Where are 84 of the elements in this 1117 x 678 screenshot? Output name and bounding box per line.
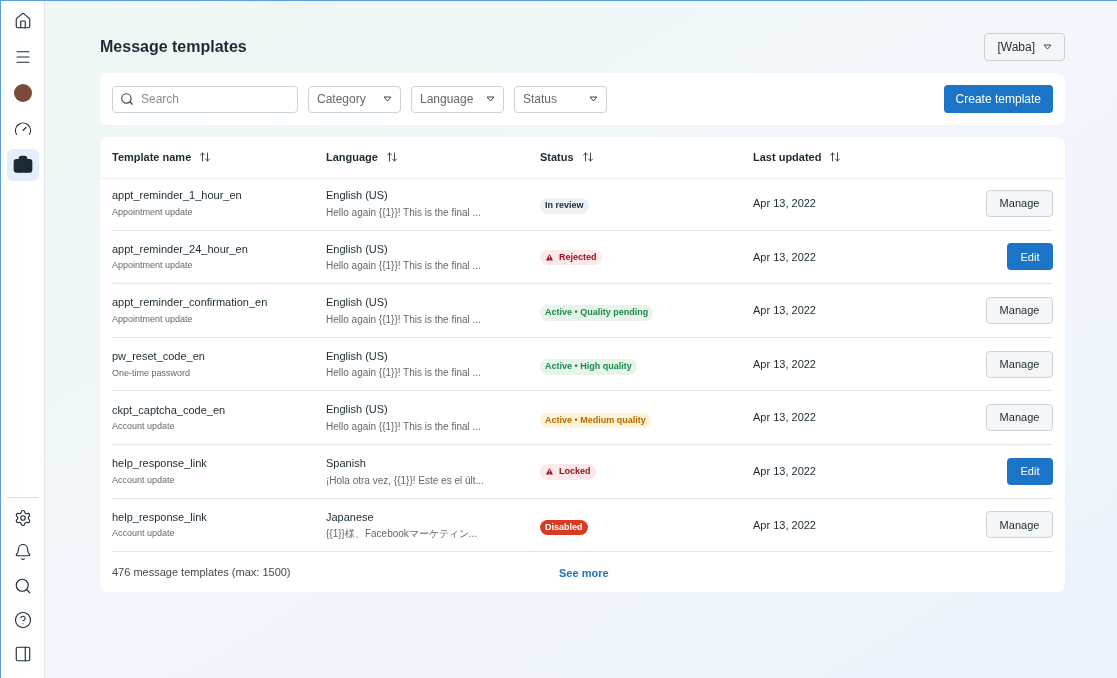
manage-button[interactable]: Manage <box>986 350 1053 378</box>
status-badge: Active • Medium quality <box>540 412 651 429</box>
message-preview: Hello again {{1}}! This is the final ... <box>326 259 482 274</box>
filter-dropdown[interactable]: Status <box>514 85 607 113</box>
last-updated: Apr 13, 2022 <box>753 410 816 426</box>
status-badge: Active • Quality pending <box>540 305 654 321</box>
template-name: pw_reset_code_en <box>112 349 206 365</box>
caret-icon <box>383 96 392 102</box>
template-category: Appointment update <box>112 205 194 219</box>
column-header[interactable]: Template name <box>112 148 192 166</box>
template-category: Appointment update <box>112 259 194 273</box>
warning-icon <box>545 252 554 262</box>
column-header[interactable]: Status <box>540 148 574 166</box>
message-preview: Hello again {{1}}! This is the final ... <box>326 419 482 434</box>
edit-button[interactable]: Edit <box>1007 243 1053 271</box>
last-updated: Apr 13, 2022 <box>753 464 816 479</box>
last-updated: Apr 13, 2022 <box>753 303 816 319</box>
last-updated: Apr 13, 2022 <box>753 249 816 265</box>
template-language: Spanish <box>326 456 367 471</box>
status-badge: Disabled <box>540 519 588 536</box>
caret-icon <box>589 96 598 102</box>
warning-icon <box>545 467 554 477</box>
template-language: English (US) <box>326 241 389 257</box>
caret-icon <box>486 96 495 102</box>
message-preview: Hello again {{1}}! This is the final ... <box>326 312 482 327</box>
template-language: English (US) <box>326 295 389 311</box>
help-icon <box>13 611 32 629</box>
last-updated: Apr 13, 2022 <box>753 517 816 533</box>
search-icon <box>13 577 32 595</box>
search-field[interactable]: Search <box>112 85 298 113</box>
column-header[interactable]: Last updated <box>753 148 822 166</box>
template-category: One-time password <box>112 366 192 380</box>
template-language: English (US) <box>326 402 389 418</box>
template-language: Japanese <box>326 509 375 525</box>
sort-icon[interactable] <box>385 151 398 163</box>
message-preview: ¡Hola otra vez, {{1}}! Este es el últ... <box>326 473 485 488</box>
briefcase-icon <box>12 155 33 175</box>
template-language: English (US) <box>326 348 389 364</box>
message-preview: Hello again {{1}}! This is the final ... <box>326 366 482 381</box>
caret-icon <box>1043 44 1052 50</box>
status-badge: In review <box>540 198 589 214</box>
sort-icon[interactable] <box>199 151 212 163</box>
template-name: ckpt_captcha_code_en <box>112 402 227 418</box>
filter-dropdown[interactable]: Language <box>411 85 504 113</box>
last-updated: Apr 13, 2022 <box>753 196 816 212</box>
panel-icon <box>13 645 32 663</box>
template-category: Appointment update <box>112 313 194 326</box>
status-badge: Active • High quality <box>540 359 637 375</box>
menu-icon <box>13 48 32 66</box>
status-badge: Rejected <box>540 249 602 266</box>
sidebar-item[interactable] <box>6 149 39 181</box>
create-template-button[interactable]: Create template <box>943 85 1053 113</box>
bell-icon <box>13 543 32 561</box>
template-name: help_response_link <box>112 509 208 525</box>
status-badge: Locked <box>540 464 596 480</box>
template-count: 476 message templates (max: 1500) <box>112 564 292 580</box>
template-language: English (US) <box>326 188 389 204</box>
see-more-link[interactable]: See more <box>559 567 609 580</box>
sort-icon[interactable] <box>829 151 842 163</box>
last-updated: Apr 13, 2022 <box>753 356 816 372</box>
template-name: appt_reminder_24_hour_en <box>112 241 249 257</box>
template-category: Account update <box>112 420 176 434</box>
filter-dropdown[interactable]: Category <box>308 85 401 113</box>
page-title: Message templates <box>100 37 247 57</box>
settings-icon <box>13 509 32 527</box>
template-category: Account update <box>112 473 176 487</box>
manage-button[interactable]: Manage <box>986 297 1053 324</box>
manage-button[interactable]: Manage <box>986 511 1053 539</box>
edit-button[interactable]: Edit <box>1007 457 1053 485</box>
template-category: Account update <box>112 527 176 541</box>
template-name: help_response_link <box>112 456 208 472</box>
manage-button[interactable]: Manage <box>986 404 1053 432</box>
sort-icon[interactable] <box>581 151 594 163</box>
account-selector[interactable]: [Waba] <box>984 33 1065 61</box>
template-name: appt_reminder_confirmation_en <box>112 295 269 311</box>
manage-button[interactable]: Manage <box>986 189 1053 217</box>
avatar-icon <box>13 84 32 102</box>
message-preview: {{1}}様、Facebookマーケティン... <box>326 527 479 542</box>
column-header[interactable]: Language <box>326 148 378 166</box>
gauge-icon <box>13 120 32 138</box>
search-icon <box>120 91 134 106</box>
template-name: appt_reminder_1_hour_en <box>112 188 243 204</box>
home-icon <box>13 12 32 30</box>
message-preview: Hello again {{1}}! This is the final ... <box>326 205 482 220</box>
